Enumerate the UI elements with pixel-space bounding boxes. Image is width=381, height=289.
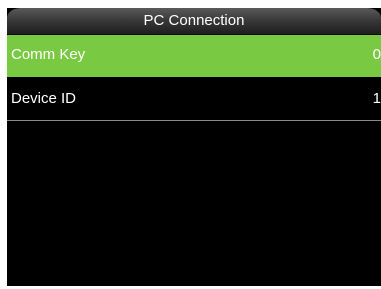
menu-item-label: Device ID bbox=[11, 90, 77, 107]
page-title: PC Connection bbox=[143, 12, 245, 29]
menu-item-device-id[interactable]: Device ID 1 bbox=[7, 77, 381, 121]
menu-item-comm-key[interactable]: Comm Key 0 bbox=[7, 35, 381, 77]
title-bar: PC Connection bbox=[7, 8, 381, 35]
menu-item-label: Comm Key bbox=[11, 46, 86, 63]
menu-item-value: 1 bbox=[372, 90, 381, 107]
menu-item-value: 0 bbox=[372, 46, 381, 63]
device-screen: PC Connection Comm Key 0 Device ID 1 bbox=[7, 8, 381, 286]
